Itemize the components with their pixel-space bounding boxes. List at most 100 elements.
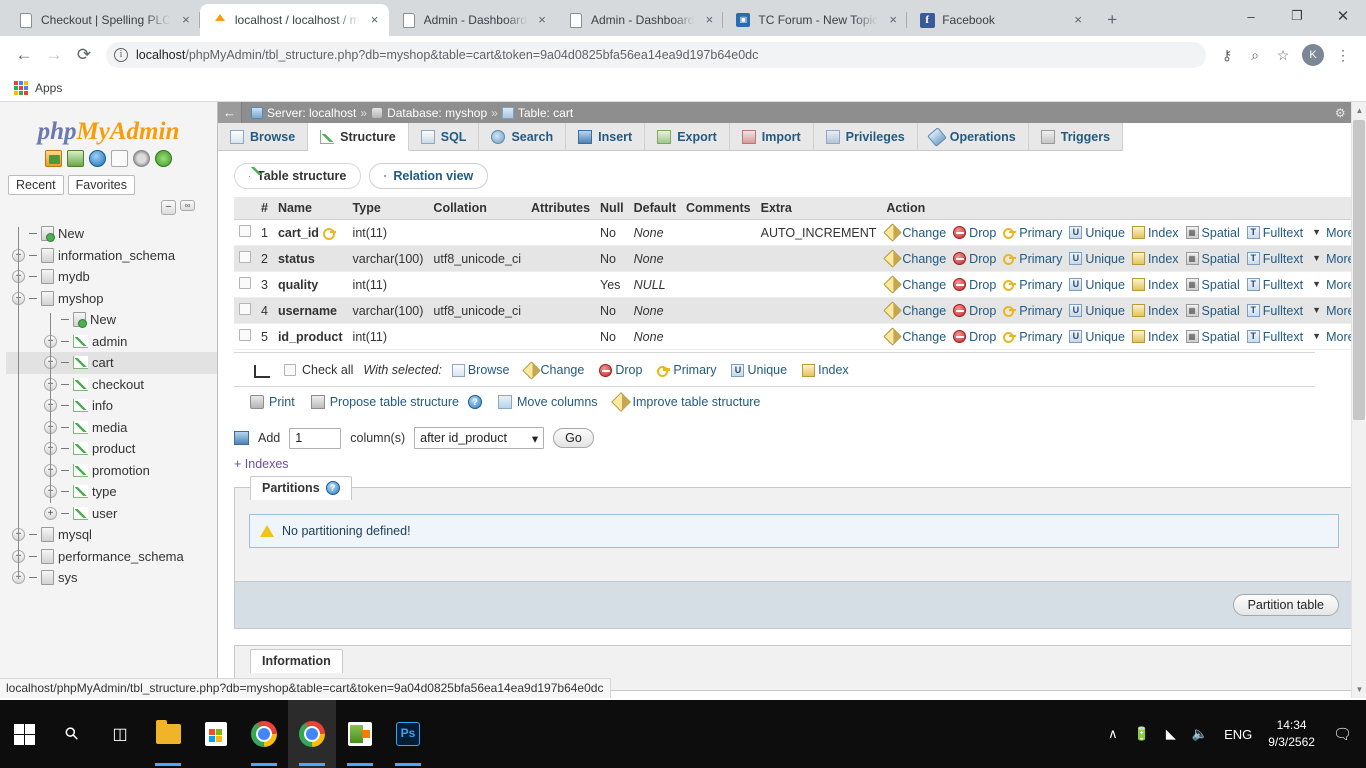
key-icon[interactable]: ⚷ — [1214, 42, 1240, 68]
tab-import[interactable]: Import — [729, 123, 814, 150]
site-info-icon[interactable]: i — [114, 48, 128, 62]
microsoft-store-button[interactable] — [192, 700, 240, 768]
tree-item-mysql[interactable]: +mysql — [6, 524, 217, 546]
action-spatial[interactable]: ▦ Spatial — [1185, 304, 1244, 318]
tab-sql[interactable]: SQL — [408, 123, 480, 150]
action-change[interactable]: Change — [883, 275, 950, 294]
table-row[interactable]: 1 cart_id int(11) No None AUTO_INCREMENT Chang… — [234, 219, 1364, 246]
gear-icon[interactable]: ⚙ — [1335, 106, 1346, 120]
action-spatial[interactable]: ▦ Spatial — [1185, 330, 1244, 344]
language-indicator[interactable]: ENG — [1216, 700, 1260, 768]
bulk-action-unique[interactable]: U Unique — [731, 363, 791, 377]
search-icon[interactable]: ⌕ — [1242, 42, 1268, 68]
tree-item-promotion[interactable]: +promotion — [6, 460, 217, 482]
show-hidden-icons[interactable]: ∧ — [1100, 700, 1126, 768]
reload-icon[interactable] — [155, 150, 172, 167]
column-header-extra[interactable]: Extra — [755, 197, 882, 220]
action-fulltext[interactable]: T Fulltext — [1246, 278, 1307, 292]
breadcrumb-server[interactable]: Server: localhost — [267, 106, 356, 120]
column-header-type[interactable]: Type — [347, 197, 429, 220]
phpmyadmin-logo[interactable]: phpMyAdmin — [0, 108, 217, 149]
browser-tab-2[interactable]: Admin - Dashboard × — [388, 4, 556, 36]
globe-icon[interactable] — [89, 150, 106, 167]
action-unique[interactable]: U Unique — [1069, 330, 1129, 344]
table-row[interactable]: 5 id_product int(11) No None Change Drop Primar… — [234, 323, 1364, 350]
bulk-action-browse[interactable]: Browse — [451, 363, 514, 377]
expand-icon[interactable]: + — [44, 506, 57, 520]
row-checkbox[interactable] — [239, 251, 251, 263]
home-icon[interactable] — [45, 150, 62, 167]
action-index[interactable]: Index — [1131, 330, 1183, 344]
tab-close-icon[interactable]: × — [701, 12, 717, 28]
breadcrumb-table[interactable]: Table: cart — [518, 106, 573, 120]
column-header-num[interactable]: # — [256, 197, 273, 220]
action-drop[interactable]: Drop — [953, 304, 1000, 318]
action-index[interactable]: Index — [1131, 278, 1183, 292]
docs-icon[interactable] — [111, 150, 128, 167]
settings-icon[interactable] — [133, 150, 150, 167]
tab-close-icon[interactable]: × — [1070, 12, 1086, 28]
check-all-control[interactable]: Check all — [284, 363, 353, 377]
table-row[interactable]: 2 status varchar(100) utf8_unicode_ci No None… — [234, 245, 1364, 272]
tree-item-checkout[interactable]: +checkout — [6, 374, 217, 396]
column-header-action[interactable]: Action — [881, 197, 1364, 220]
link-improve-table-structure[interactable]: Improve table structure — [610, 392, 760, 412]
action-index[interactable]: Index — [1131, 226, 1183, 240]
tab-close-icon[interactable]: × — [178, 12, 194, 28]
action-primary[interactable]: Primary — [1003, 252, 1066, 266]
go-button[interactable]: Go — [553, 428, 594, 448]
tree-item-sys[interactable]: +sys — [6, 567, 217, 589]
tab-export[interactable]: Export — [645, 123, 730, 150]
action-primary[interactable]: Primary — [1003, 330, 1066, 344]
new-tab-button[interactable]: + — [1098, 6, 1126, 34]
action-change[interactable]: Change — [883, 327, 950, 346]
subtab-table-structure[interactable]: Table structure — [234, 163, 362, 189]
bulk-action-drop[interactable]: Drop — [599, 363, 646, 377]
tab-browse[interactable]: Browse — [218, 123, 309, 150]
table-row[interactable]: 3 quality int(11) Yes NULL Change Drop Primary U… — [234, 271, 1364, 298]
row-select-cell[interactable] — [234, 323, 256, 350]
tree-item-type[interactable]: +type — [6, 481, 217, 503]
action-center-icon[interactable]: 🗨 — [1327, 700, 1364, 768]
wifi-icon[interactable]: ◣ — [1158, 700, 1184, 768]
tab-search[interactable]: Search — [479, 123, 567, 150]
browser-tab-1[interactable]: localhost / localhost / m × — [199, 4, 389, 36]
action-unique[interactable]: U Unique — [1069, 226, 1129, 240]
column-header-attributes[interactable]: Attributes — [526, 197, 596, 220]
collapse-all-icon[interactable]: − — [161, 200, 176, 215]
address-bar[interactable]: i localhost/phpMyAdmin/tbl_structure.php… — [106, 42, 1206, 68]
column-header-collation[interactable]: Collation — [428, 197, 526, 220]
tab-close-icon[interactable]: × — [885, 12, 901, 28]
indexes-link[interactable]: + Indexes — [218, 451, 1366, 471]
tab-structure[interactable]: Structure — [308, 123, 409, 151]
tree-item-mydb[interactable]: +mydb — [6, 266, 217, 288]
action-drop[interactable]: Drop — [953, 252, 1000, 266]
tab-close-icon[interactable]: × — [367, 12, 383, 28]
row-select-cell[interactable] — [234, 297, 256, 324]
action-unique[interactable]: U Unique — [1069, 252, 1129, 266]
action-drop[interactable]: Drop — [953, 278, 1000, 292]
action-unique[interactable]: U Unique — [1069, 278, 1129, 292]
clock[interactable]: 14:34 9/3/2562 — [1260, 700, 1327, 768]
link-move-columns[interactable]: Move columns — [497, 395, 598, 409]
avatar[interactable]: K — [1302, 44, 1324, 66]
start-button[interactable] — [0, 700, 48, 768]
bulk-action-change[interactable]: Change — [521, 360, 589, 380]
action-spatial[interactable]: ▦ Spatial — [1185, 278, 1244, 292]
back-icon[interactable]: ← — [10, 41, 38, 69]
tree-item-media[interactable]: +media — [6, 417, 217, 439]
row-checkbox[interactable] — [239, 303, 251, 315]
tab-operations[interactable]: Operations — [917, 123, 1029, 150]
browser-tab-0[interactable]: Checkout | Spelling PLC × — [6, 4, 200, 36]
action-fulltext[interactable]: T Fulltext — [1246, 252, 1307, 266]
partition-table-button[interactable]: Partition table — [1232, 594, 1339, 616]
column-header-comments[interactable]: Comments — [681, 197, 756, 220]
browser-tab-4[interactable]: ▣ TC Forum - New Topic × — [723, 4, 908, 36]
tree-item-admin[interactable]: +admin — [6, 331, 217, 353]
link-print[interactable]: Print — [250, 395, 295, 409]
search-button[interactable]: ⚲ — [48, 700, 96, 768]
bulk-action-index[interactable]: Index — [802, 363, 853, 377]
tab-privileges[interactable]: Privileges — [813, 123, 918, 150]
tree-item-new[interactable]: New — [6, 223, 217, 245]
column-header-name[interactable]: Name — [272, 197, 348, 220]
